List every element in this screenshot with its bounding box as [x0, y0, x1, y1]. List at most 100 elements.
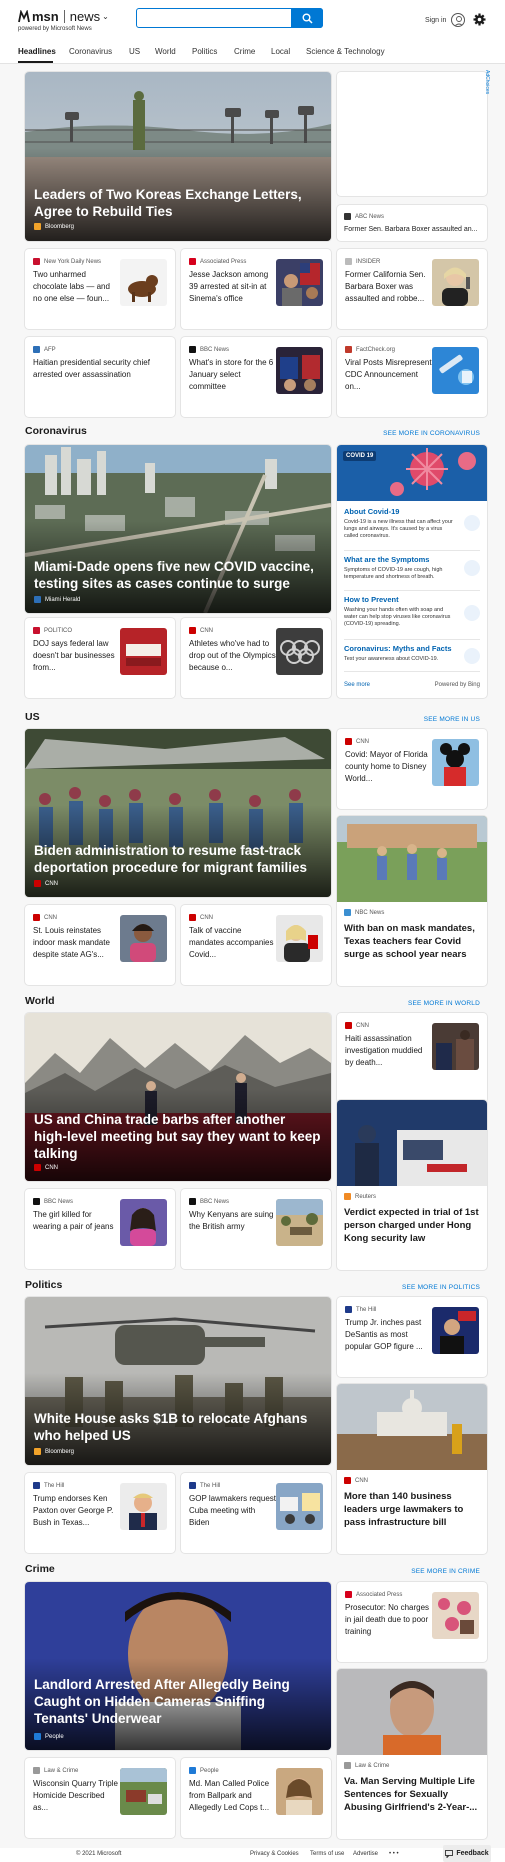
- crime-hero-card[interactable]: Landlord Arrested After Allegedly Being …: [25, 1582, 331, 1750]
- news-card[interactable]: BBC News Why Kenyans are suing the Briti…: [181, 1189, 331, 1269]
- world-hero-card[interactable]: US and China trade barbs after another h…: [25, 1013, 331, 1181]
- covid-item-prevent[interactable]: How to Prevent Washing your hands often …: [344, 595, 456, 628]
- covid-item-title[interactable]: What are the Symptoms: [344, 555, 456, 564]
- covid-item-title[interactable]: About Covid-19: [344, 507, 456, 516]
- covid-item-about[interactable]: About Covid-19 Covid-19 is a new illness…: [344, 507, 456, 540]
- top-bar: msn news ⌄ powered by Microsoft News Sig…: [0, 0, 505, 42]
- featured-title[interactable]: With ban on mask mandates, Texas teacher…: [344, 922, 480, 961]
- covid-item-symptoms[interactable]: What are the Symptoms Symptoms of COVID-…: [344, 555, 456, 581]
- hero-title[interactable]: White House asks $1B to relocate Afghans…: [34, 1410, 321, 1444]
- hero-title[interactable]: Leaders of Two Koreas Exchange Letters, …: [34, 186, 321, 220]
- covid-item-title[interactable]: Coronavirus: Myths and Facts: [344, 644, 456, 653]
- news-card[interactable]: People Md. Man Called Police from Ballpa…: [181, 1758, 331, 1838]
- chevron-down-icon[interactable]: ⌄: [102, 12, 109, 21]
- featured-title[interactable]: Verdict expected in trial of 1st person …: [344, 1206, 480, 1245]
- tab-world[interactable]: World: [155, 47, 176, 56]
- source-name: Law & Crime: [355, 1762, 390, 1769]
- news-card[interactable]: POLITICO DOJ says federal law doesn't ba…: [25, 618, 175, 698]
- headline-hero-card[interactable]: Leaders of Two Koreas Exchange Letters, …: [25, 72, 331, 241]
- divider: [344, 639, 480, 640]
- search-input[interactable]: [137, 9, 291, 27]
- search-button[interactable]: [291, 8, 323, 28]
- sign-in-link[interactable]: Sign in: [425, 17, 446, 24]
- featured-card[interactable]: Reuters Verdict expected in trial of 1st…: [337, 1100, 487, 1270]
- msn-news-logo[interactable]: msn news ⌄: [18, 9, 109, 24]
- featured-title[interactable]: More than 140 business leaders urge lawm…: [344, 1490, 480, 1529]
- card-title[interactable]: Talk of vaccine mandates accompanies Cov…: [189, 925, 277, 961]
- tab-us[interactable]: US: [129, 47, 140, 56]
- card-title[interactable]: Trump endorses Ken Paxton over George P.…: [33, 1493, 121, 1529]
- advertise-link[interactable]: Advertise: [353, 1851, 378, 1857]
- card-title[interactable]: Md. Man Called Police from Ballpark and …: [189, 1778, 277, 1814]
- card-title[interactable]: Trump Jr. inches past DeSantis as most p…: [345, 1317, 433, 1353]
- covid-item-title[interactable]: How to Prevent: [344, 595, 456, 604]
- card-title[interactable]: Athletes who've had to drop out of the O…: [189, 638, 277, 674]
- card-title[interactable]: DOJ says federal law doesn't bar busines…: [33, 638, 121, 674]
- featured-card[interactable]: Law & Crime Va. Man Serving Multiple Lif…: [337, 1669, 487, 1839]
- news-card[interactable]: AFP Haitian presidential security chief …: [25, 337, 175, 417]
- news-card[interactable]: CNN Athletes who've had to drop out of t…: [181, 618, 331, 698]
- tab-science-technology[interactable]: Science & Technology: [306, 47, 385, 56]
- covid-see-more-link[interactable]: See more: [344, 682, 370, 688]
- card-title[interactable]: Former California Sen. Barbara Boxer was…: [345, 269, 433, 305]
- politics-hero-card[interactable]: White House asks $1B to relocate Afghans…: [25, 1297, 331, 1465]
- hero-title[interactable]: Biden administration to resume fast-trac…: [34, 842, 321, 876]
- news-card[interactable]: FactCheck.org Viral Posts Misrepresent C…: [337, 337, 487, 417]
- more-options-button[interactable]: • • •: [389, 1851, 399, 1857]
- card-title[interactable]: Prosecutor: No charges in jail death due…: [345, 1602, 433, 1638]
- news-card[interactable]: Associated Press Prosecutor: No charges …: [337, 1582, 487, 1662]
- us-hero-card[interactable]: Biden administration to resume fast-trac…: [25, 729, 331, 897]
- gear-icon[interactable]: [473, 13, 486, 26]
- feedback-button[interactable]: Feedback: [443, 1845, 491, 1862]
- headline-side-card[interactable]: ABC News Former Sen. Barbara Boxer assau…: [337, 205, 487, 241]
- card-title[interactable]: Two unharmed chocolate labs — and no one…: [33, 269, 121, 305]
- privacy-cookies-link[interactable]: Privacy & Cookies: [250, 1851, 299, 1857]
- coronavirus-hero-card[interactable]: Miami-Dade opens five new COVID vaccine,…: [25, 445, 331, 613]
- avatar-icon[interactable]: [451, 13, 465, 27]
- hero-title[interactable]: US and China trade barbs after another h…: [34, 1111, 321, 1162]
- card-title[interactable]: Wisconsin Quarry Triple Homicide Describ…: [33, 1778, 121, 1814]
- tab-coronavirus[interactable]: Coronavirus: [69, 47, 112, 56]
- card-title[interactable]: Viral Posts Misrepresent CDC Announcemen…: [345, 357, 433, 393]
- card-title[interactable]: The girl killed for wearing a pair of je…: [33, 1209, 121, 1233]
- news-card[interactable]: CNN Talk of vaccine mandates accompanies…: [181, 905, 331, 985]
- card-title[interactable]: Haitian presidential security chief arre…: [33, 357, 163, 381]
- terms-of-use-link[interactable]: Terms of use: [310, 1851, 344, 1857]
- news-card[interactable]: The Hill Trump Jr. inches past DeSantis …: [337, 1297, 487, 1377]
- see-more-politics-link[interactable]: SEE MORE IN POLITICS: [402, 1284, 480, 1291]
- card-title[interactable]: GOP lawmakers request Cuba meeting with …: [189, 1493, 277, 1529]
- news-card[interactable]: CNN Covid: Mayor of Florida county home …: [337, 729, 487, 809]
- news-card[interactable]: New York Daily News Two unharmed chocola…: [25, 249, 175, 329]
- news-card[interactable]: The Hill Trump endorses Ken Paxton over …: [25, 1473, 175, 1553]
- news-card[interactable]: The Hill GOP lawmakers request Cuba meet…: [181, 1473, 331, 1553]
- hero-title[interactable]: Landlord Arrested After Allegedly Being …: [34, 1676, 321, 1727]
- hero-title[interactable]: Miami-Dade opens five new COVID vaccine,…: [34, 558, 321, 592]
- see-more-coronavirus-link[interactable]: SEE MORE IN CORONAVIRUS: [383, 430, 480, 437]
- tab-headlines[interactable]: Headlines: [18, 47, 56, 56]
- tab-crime[interactable]: Crime: [234, 47, 255, 56]
- card-title[interactable]: Haiti assassination investigation muddie…: [345, 1033, 433, 1069]
- see-more-world-link[interactable]: SEE MORE IN WORLD: [408, 1000, 480, 1007]
- card-title[interactable]: St. Louis reinstates indoor mask mandate…: [33, 925, 121, 961]
- featured-title[interactable]: Va. Man Serving Multiple Life Sentences …: [344, 1775, 480, 1814]
- adchoices-link[interactable]: AdChoices: [484, 70, 490, 94]
- featured-card[interactable]: CNN More than 140 business leaders urge …: [337, 1384, 487, 1554]
- tab-politics[interactable]: Politics: [192, 47, 217, 56]
- side-title[interactable]: Former Sen. Barbara Boxer assaulted an..…: [344, 225, 484, 234]
- news-card[interactable]: INSIDER Former California Sen. Barbara B…: [337, 249, 487, 329]
- news-card[interactable]: BBC News What's in store for the 6 Janua…: [181, 337, 331, 417]
- card-title[interactable]: Covid: Mayor of Florida county home to D…: [345, 749, 433, 785]
- news-card[interactable]: Law & Crime Wisconsin Quarry Triple Homi…: [25, 1758, 175, 1838]
- see-more-us-link[interactable]: SEE MORE IN US: [424, 716, 480, 723]
- news-card[interactable]: BBC News The girl killed for wearing a p…: [25, 1189, 175, 1269]
- featured-card[interactable]: NBC News With ban on mask mandates, Texa…: [337, 816, 487, 986]
- covid-item-myths[interactable]: Coronavirus: Myths and Facts Test your a…: [344, 644, 456, 663]
- news-card[interactable]: Associated Press Jesse Jackson among 39 …: [181, 249, 331, 329]
- see-more-crime-link[interactable]: SEE MORE IN CRIME: [411, 1568, 480, 1575]
- news-card[interactable]: CNN St. Louis reinstates indoor mask man…: [25, 905, 175, 985]
- card-title[interactable]: What's in store for the 6 January select…: [189, 357, 277, 393]
- news-card[interactable]: CNN Haiti assassination investigation mu…: [337, 1013, 487, 1103]
- card-title[interactable]: Jesse Jackson among 39 arrested at sit-i…: [189, 269, 277, 305]
- card-title[interactable]: Why Kenyans are suing the British army: [189, 1209, 277, 1233]
- tab-local[interactable]: Local: [271, 47, 290, 56]
